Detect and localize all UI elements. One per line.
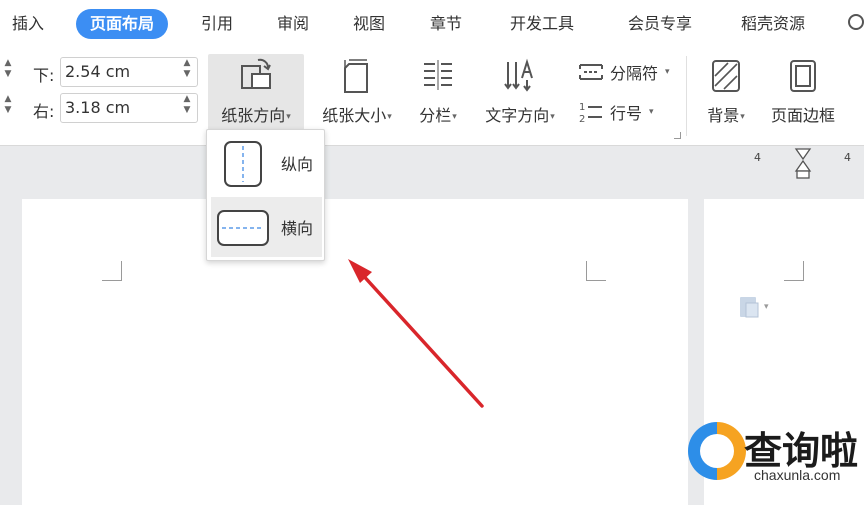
watermark-url: chaxunla.com xyxy=(754,467,841,483)
chaxunla-watermark: 查询啦 chaxunla.com xyxy=(684,412,864,505)
logo-hole xyxy=(700,434,734,468)
wps-writer-window: 插入 页面布局 引用 审阅 视图 章节 开发工具 会员专享 稻壳资源 ▲ ▼ 下:… xyxy=(0,0,864,505)
